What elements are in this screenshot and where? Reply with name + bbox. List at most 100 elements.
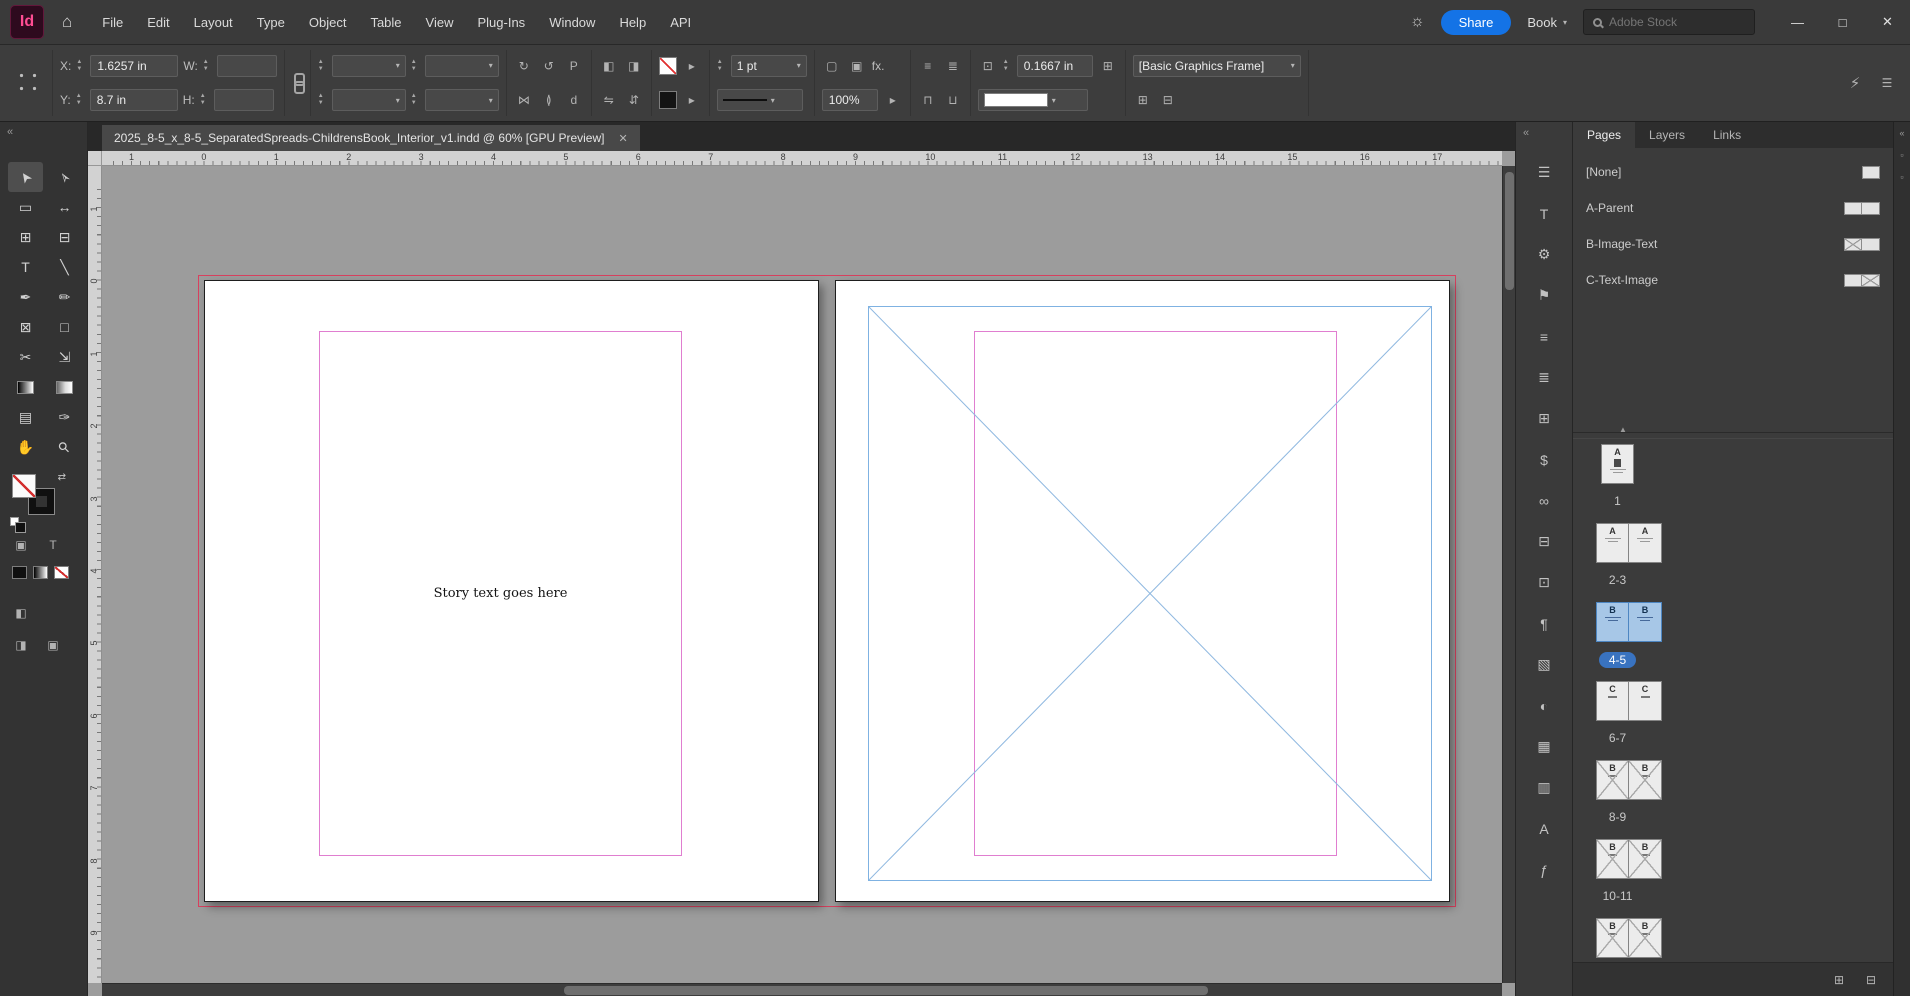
page-thumbnail[interactable]: B bbox=[1596, 918, 1629, 958]
rotate-90-ccw-button[interactable]: ↺ bbox=[539, 56, 559, 76]
page-thumbnail[interactable]: B bbox=[1596, 839, 1629, 879]
close-button[interactable]: ✕ bbox=[1865, 0, 1910, 44]
flip-h-icon[interactable]: ◧ bbox=[599, 56, 619, 76]
stroke-weight-combo[interactable]: 1 pt▾ bbox=[731, 55, 807, 77]
menu-file[interactable]: File bbox=[90, 9, 135, 36]
spread-page-numbers[interactable]: 8-9 bbox=[1573, 810, 1662, 826]
corner-options-button[interactable]: ⊞ bbox=[1098, 56, 1118, 76]
vertical-scroll-thumb[interactable] bbox=[1505, 172, 1514, 290]
fill-flyout-arrow[interactable]: ▸ bbox=[682, 90, 702, 110]
minimize-button[interactable]: — bbox=[1775, 0, 1820, 44]
eyedropper-tool[interactable]: ✑ bbox=[47, 402, 82, 432]
share-button[interactable]: Share bbox=[1441, 10, 1512, 35]
reference-point-proxy[interactable] bbox=[13, 67, 45, 99]
content-collector-tool[interactable]: ⊞ bbox=[8, 222, 43, 252]
document-tab[interactable]: 2025_8-5_x_8-5_SeparatedSpreads-Children… bbox=[102, 125, 640, 151]
scale-x-combo[interactable]: ▾ bbox=[332, 55, 406, 77]
apply-none-button[interactable] bbox=[54, 566, 69, 579]
page-thumbnail[interactable]: A bbox=[1601, 444, 1634, 484]
parent-page-thumbnail[interactable] bbox=[1844, 202, 1862, 215]
toolbar-collapse-icon[interactable]: « bbox=[7, 126, 13, 138]
preview-mode-button[interactable]: ◨ bbox=[12, 636, 30, 654]
percent-field[interactable] bbox=[822, 89, 878, 111]
gear-panel-icon[interactable]: ⚙ bbox=[1523, 234, 1565, 275]
corner-radius-field[interactable] bbox=[1017, 55, 1093, 77]
menu-object[interactable]: Object bbox=[297, 9, 359, 36]
effects-label[interactable]: fx. bbox=[872, 59, 885, 73]
fit-content-button[interactable]: ⊡ bbox=[978, 56, 998, 76]
apply-color-button[interactable] bbox=[12, 566, 27, 579]
note-tool[interactable]: ▤ bbox=[8, 402, 43, 432]
align-top-button[interactable]: ⊓ bbox=[918, 90, 938, 110]
stroke-flyout-arrow[interactable]: ▸ bbox=[682, 56, 702, 76]
stock-purchase-panel-icon[interactable]: $ bbox=[1523, 439, 1565, 480]
page-thumbnail[interactable]: C bbox=[1596, 681, 1629, 721]
horizontal-ruler[interactable]: 101234567891011121314151617 bbox=[102, 151, 1502, 166]
control-panel-menu-icon[interactable]: ☰ bbox=[1877, 73, 1897, 93]
dock-expand-icon[interactable]: « bbox=[1523, 127, 1529, 139]
percent-flyout-arrow[interactable]: ▸ bbox=[883, 90, 903, 110]
scissors-tool[interactable]: ✂ bbox=[8, 342, 43, 372]
strip-icon-1[interactable]: ▫ bbox=[1900, 150, 1903, 160]
w-stepper[interactable] bbox=[203, 57, 212, 75]
align-bottom-button[interactable]: ⊔ bbox=[943, 90, 963, 110]
parent-page-row[interactable]: [None] bbox=[1573, 154, 1893, 190]
scale-x-stepper[interactable] bbox=[318, 57, 327, 75]
page-left[interactable]: Story text goes here bbox=[204, 280, 819, 902]
page-thumbnail[interactable]: B bbox=[1596, 760, 1629, 800]
close-tab-icon[interactable]: ✕ bbox=[618, 132, 627, 145]
paragraph-styles-panel-icon[interactable]: ¶ bbox=[1523, 603, 1565, 644]
parent-page-thumbnail[interactable] bbox=[1862, 166, 1880, 179]
pages-panel-icon[interactable]: ⊞ bbox=[1523, 398, 1565, 439]
fill-indicator[interactable] bbox=[12, 474, 36, 498]
default-fill-stroke-icon[interactable] bbox=[10, 517, 19, 526]
character-styles-panel-icon[interactable]: A bbox=[1523, 808, 1565, 849]
tab-links[interactable]: Links bbox=[1699, 122, 1755, 148]
effects-panel-icon[interactable]: ƒ bbox=[1523, 849, 1565, 890]
menu-table[interactable]: Table bbox=[358, 9, 413, 36]
color-panel-icon[interactable]: ◐ bbox=[1523, 685, 1565, 726]
align-panel-icon[interactable]: ⊟ bbox=[1523, 521, 1565, 562]
spread-page-numbers[interactable]: 4-5 bbox=[1573, 652, 1662, 668]
vertical-ruler[interactable]: 10123456789 bbox=[88, 166, 102, 983]
swap-h-icon[interactable]: ⇋ bbox=[599, 90, 619, 110]
stroke-type-combo[interactable]: ▾ bbox=[717, 89, 803, 111]
swap-v-icon[interactable]: ⇵ bbox=[624, 90, 644, 110]
text-wrap-on-button[interactable]: ≣ bbox=[943, 56, 963, 76]
pasteboard[interactable]: Story text goes here bbox=[102, 166, 1502, 983]
frame-options-button[interactable]: ▢ bbox=[822, 56, 842, 76]
empty-image-frame[interactable] bbox=[868, 306, 1432, 881]
text-wrap-panel-icon[interactable]: ≣ bbox=[1523, 357, 1565, 398]
constrain-proportions-toggle[interactable] bbox=[292, 73, 303, 93]
spread-page-numbers[interactable]: 6-7 bbox=[1573, 731, 1662, 747]
h-stepper[interactable] bbox=[200, 91, 209, 109]
stock-search-input[interactable] bbox=[1609, 15, 1734, 29]
horizontal-scrollbar[interactable] bbox=[102, 983, 1502, 996]
flip-horizontal-button[interactable]: ⋈ bbox=[514, 90, 534, 110]
create-page-button[interactable]: ⊞ bbox=[1829, 970, 1849, 990]
tab-layers[interactable]: Layers bbox=[1635, 122, 1699, 148]
workspace-dropdown[interactable]: Book▾ bbox=[1527, 15, 1567, 30]
parent-page-thumbnail[interactable] bbox=[1862, 202, 1880, 215]
pencil-tool[interactable]: ✏ bbox=[47, 282, 82, 312]
parent-page-thumbnail[interactable] bbox=[1862, 274, 1880, 287]
free-transform-tool[interactable]: ⇲ bbox=[47, 342, 82, 372]
page-thumbnail[interactable]: A bbox=[1629, 523, 1662, 563]
direct-selection-tool[interactable]: ➢ bbox=[47, 162, 82, 192]
formatting-affects-container-button[interactable]: ▣ bbox=[12, 536, 30, 554]
content-placer-tool[interactable]: ⊟ bbox=[47, 222, 82, 252]
gpu-performance-icon[interactable]: ⚡ bbox=[1845, 73, 1865, 93]
story-text[interactable]: Story text goes here bbox=[434, 586, 568, 601]
presentation-mode-button[interactable]: ▣ bbox=[44, 636, 62, 654]
spread-page-numbers[interactable]: 10-11 bbox=[1573, 889, 1662, 905]
menu-plug-ins[interactable]: Plug-Ins bbox=[465, 9, 537, 36]
discover-bulb-icon[interactable]: ☼ bbox=[1410, 13, 1425, 31]
swatch-combo[interactable]: ▾ bbox=[978, 89, 1088, 111]
page-thumbnail[interactable]: B bbox=[1596, 602, 1629, 642]
scale-y-combo[interactable]: ▾ bbox=[332, 89, 406, 111]
indesign-logo[interactable]: Id bbox=[10, 5, 44, 39]
links-panel-icon[interactable]: ∞ bbox=[1523, 480, 1565, 521]
adobe-stock-search[interactable] bbox=[1583, 9, 1755, 35]
page-thumbnail[interactable]: B bbox=[1629, 602, 1662, 642]
hand-tool[interactable]: ✋ bbox=[8, 432, 43, 462]
